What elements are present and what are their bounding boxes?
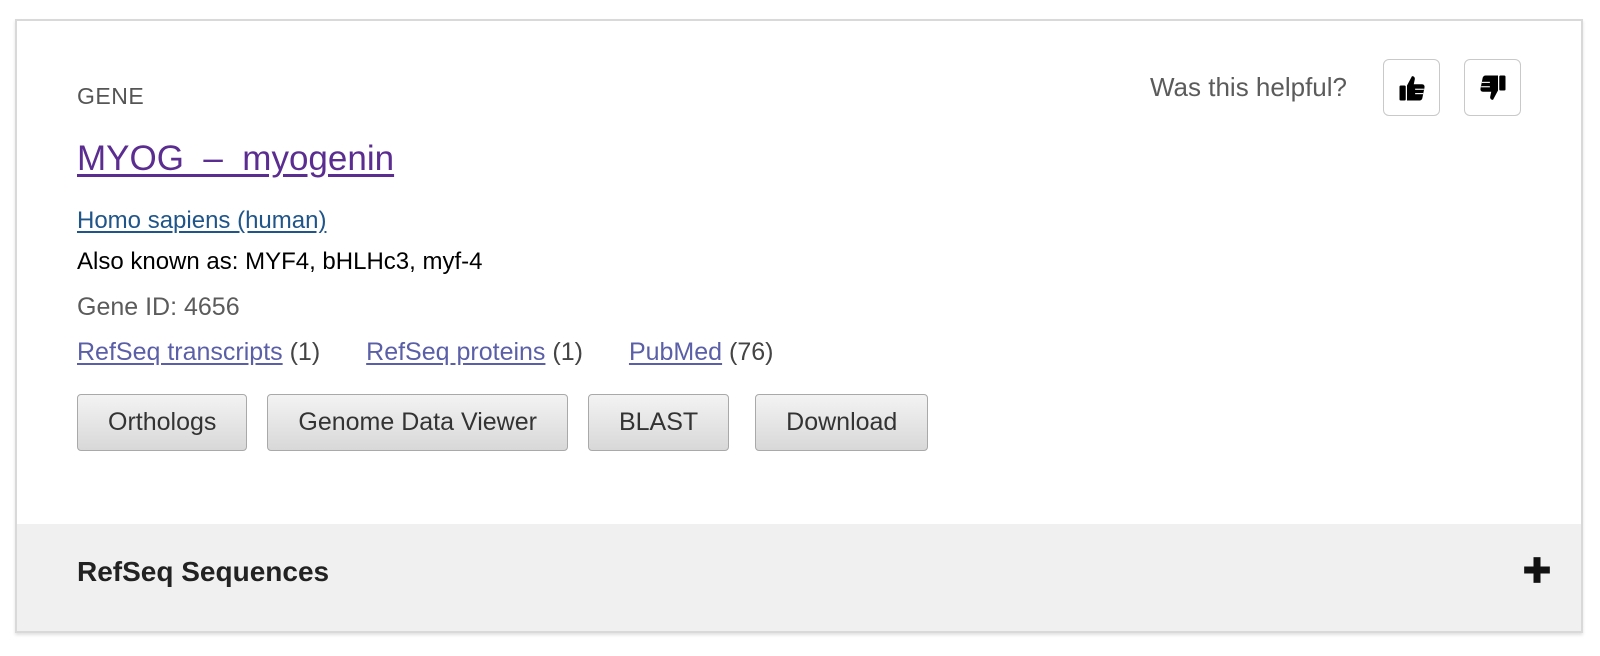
genome-data-viewer-button[interactable]: Genome Data Viewer [267,394,568,451]
result-type-label: GENE [77,83,145,109]
pubmed-group: PubMed (76) [629,338,774,367]
organism-link[interactable]: Homo sapiens (human) [77,207,326,235]
pubmed-link[interactable]: PubMed [629,338,722,366]
thumbs-down-button[interactable] [1464,59,1521,116]
thumbs-up-icon [1399,75,1425,100]
gene-id: Gene ID: 4656 [77,293,240,321]
gene-title-link[interactable]: MYOG – myogenin [77,139,394,179]
pubmed-count: (76) [729,338,774,366]
feedback-widget: Was this helpful? [1150,59,1521,116]
refseq-proteins-link[interactable]: RefSeq proteins [366,338,545,366]
plus-icon[interactable] [1523,556,1551,584]
also-known-as: Also known as: MYF4, bHLHc3, myf-4 [77,248,483,275]
refseq-proteins-count: (1) [552,338,583,366]
refseq-sequences-section-header[interactable]: RefSeq Sequences [17,524,1581,631]
refseq-transcripts-count: (1) [289,338,321,366]
gene-card: GENE Was this helpful? MYOG – myogenin H… [15,19,1583,633]
refseq-transcripts-link[interactable]: RefSeq transcripts [77,338,283,366]
orthologs-button[interactable]: Orthologs [77,394,248,451]
blast-button[interactable]: BLAST [587,394,730,451]
refseq-transcripts-group: RefSeq transcripts (1) [77,338,320,367]
section-title: RefSeq Sequences [77,556,330,587]
feedback-question: Was this helpful? [1149,72,1347,102]
resource-links: RefSeq transcripts (1) RefSeq proteins (… [77,338,820,367]
thumbs-up-button[interactable] [1383,59,1440,116]
download-button[interactable]: Download [755,394,929,451]
refseq-proteins-group: RefSeq proteins (1) [366,338,583,367]
thumbs-down-icon [1479,75,1505,100]
action-buttons: Orthologs Genome Data Viewer BLAST Downl… [77,394,948,451]
